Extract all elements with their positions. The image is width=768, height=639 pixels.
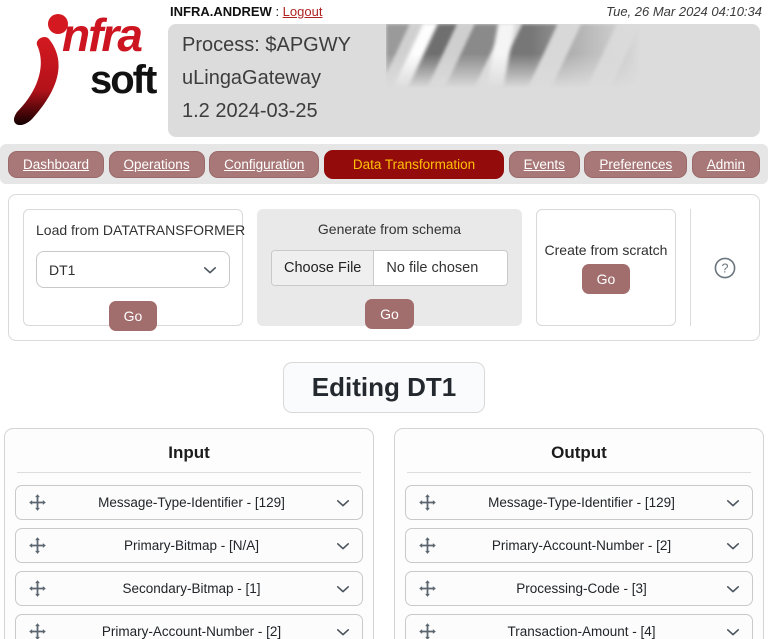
- field-label: Primary-Account-Number - [2]: [101, 624, 282, 639]
- field-label: Secondary-Bitmap - [1]: [122, 581, 261, 596]
- move-handle-icon[interactable]: [418, 493, 437, 512]
- svg-text:?: ?: [722, 261, 729, 275]
- field-label: Message-Type-Identifier - [129]: [98, 495, 285, 510]
- editing-title: Editing DT1: [282, 362, 486, 413]
- input-column-title: Input: [168, 443, 210, 462]
- load-go-button[interactable]: Go: [108, 301, 158, 331]
- input-field-row[interactable]: Primary-Bitmap - [N/A]: [15, 528, 363, 563]
- tab-data-transformation[interactable]: Data Transformation: [323, 149, 505, 179]
- tab-admin[interactable]: Admin: [691, 150, 760, 178]
- main-nav: Dashboard Operations Configuration Data …: [0, 144, 768, 184]
- mapping-columns: Input Message-Type-Identifier - [129] Pr…: [4, 428, 764, 639]
- tab-configuration[interactable]: Configuration: [209, 150, 320, 178]
- logo-text-nfra: nfra: [62, 9, 143, 61]
- question-circle-icon: ?: [714, 257, 736, 279]
- chevron-down-icon[interactable]: [336, 582, 350, 596]
- process-name: Process: $APGWY: [182, 34, 351, 56]
- user-line: INFRA.ANDREW : Logout: [170, 4, 322, 19]
- move-handle-icon[interactable]: [418, 622, 437, 639]
- editing-title-wrap: Editing DT1: [0, 362, 768, 413]
- tab-preferences[interactable]: Preferences: [584, 150, 688, 178]
- chevron-down-icon[interactable]: [726, 582, 740, 596]
- load-from-datatransformer-card: Load from DATATRANSFORMER DT1 Go: [23, 209, 246, 331]
- move-handle-icon[interactable]: [28, 493, 47, 512]
- move-handle-icon[interactable]: [418, 579, 437, 598]
- move-handle-icon[interactable]: [28, 536, 47, 555]
- field-label: Processing-Code - [3]: [516, 581, 647, 596]
- field-label: Message-Type-Identifier - [129]: [488, 495, 675, 510]
- help-button[interactable]: ?: [705, 209, 745, 326]
- process-info-text: Process: $APGWY uLingaGateway 1.2 2024-0…: [168, 24, 760, 128]
- move-handle-icon[interactable]: [28, 622, 47, 639]
- chevron-down-icon[interactable]: [336, 496, 350, 510]
- datatransformer-select[interactable]: DT1: [36, 251, 230, 288]
- output-field-row[interactable]: Transaction-Amount - [4]: [405, 614, 753, 639]
- scratch-go-button[interactable]: Go: [581, 263, 631, 294]
- tab-operations[interactable]: Operations: [108, 150, 205, 178]
- user-separator: :: [271, 4, 283, 19]
- file-chosen-status: No file chosen: [386, 260, 479, 276]
- logout-link[interactable]: Logout: [283, 4, 323, 19]
- choose-file-button[interactable]: Choose File: [272, 251, 375, 285]
- chevron-down-icon[interactable]: [726, 539, 740, 553]
- chevron-down-icon[interactable]: [336, 625, 350, 639]
- move-handle-icon[interactable]: [28, 579, 47, 598]
- tab-dashboard[interactable]: Dashboard: [8, 150, 105, 178]
- process-version: 1.2 2024-03-25: [182, 100, 318, 122]
- infrasoft-logo: nfra soft: [2, 6, 168, 138]
- chevron-down-icon: [203, 263, 217, 277]
- schema-go-button[interactable]: Go: [365, 299, 414, 329]
- input-field-row[interactable]: Secondary-Bitmap - [1]: [15, 571, 363, 606]
- generate-from-schema-card: Generate from schema Choose File No file…: [257, 209, 522, 329]
- username: INFRA.ANDREW: [170, 4, 272, 19]
- input-column: Input Message-Type-Identifier - [129] Pr…: [4, 428, 374, 639]
- output-field-row[interactable]: Primary-Account-Number - [2]: [405, 528, 753, 563]
- vertical-divider: [690, 209, 691, 326]
- chevron-down-icon[interactable]: [336, 539, 350, 553]
- field-label: Primary-Account-Number - [2]: [491, 538, 672, 553]
- field-label: Transaction-Amount - [4]: [507, 624, 656, 639]
- transformer-tools-panel: Load from DATATRANSFORMER DT1 Go Generat…: [8, 194, 760, 341]
- scratch-card-title: Create from scratch: [544, 241, 668, 258]
- chevron-down-icon[interactable]: [726, 625, 740, 639]
- move-handle-icon[interactable]: [418, 536, 437, 555]
- schema-file-input[interactable]: Choose File No file chosen: [271, 250, 508, 286]
- input-field-row[interactable]: Primary-Account-Number - [2]: [15, 614, 363, 639]
- create-from-scratch-card: Create from scratch Go: [536, 209, 676, 326]
- column-separator: [407, 472, 751, 473]
- load-card-title: Load from DATATRANSFORMER: [36, 222, 246, 238]
- datetime-label: Tue, 26 Mar 2024 04:10:34: [606, 4, 762, 19]
- output-field-row[interactable]: Message-Type-Identifier - [129]: [405, 485, 753, 520]
- chevron-down-icon[interactable]: [726, 496, 740, 510]
- output-column-title: Output: [551, 443, 607, 462]
- input-field-row[interactable]: Message-Type-Identifier - [129]: [15, 485, 363, 520]
- process-product: uLingaGateway: [182, 67, 321, 89]
- page-header: nfra soft INFRA.ANDREW : Logout Tue, 26 …: [0, 0, 768, 142]
- field-label: Primary-Bitmap - [N/A]: [123, 538, 259, 553]
- output-column: Output Message-Type-Identifier - [129] P…: [394, 428, 764, 639]
- output-field-row[interactable]: Processing-Code - [3]: [405, 571, 753, 606]
- schema-card-title: Generate from schema: [317, 221, 462, 237]
- selected-transformer: DT1: [49, 261, 76, 278]
- logo-text-soft: soft: [90, 58, 157, 102]
- column-separator: [17, 472, 361, 473]
- tab-events[interactable]: Events: [508, 150, 580, 178]
- process-info-box: Process: $APGWY uLingaGateway 1.2 2024-0…: [168, 24, 760, 137]
